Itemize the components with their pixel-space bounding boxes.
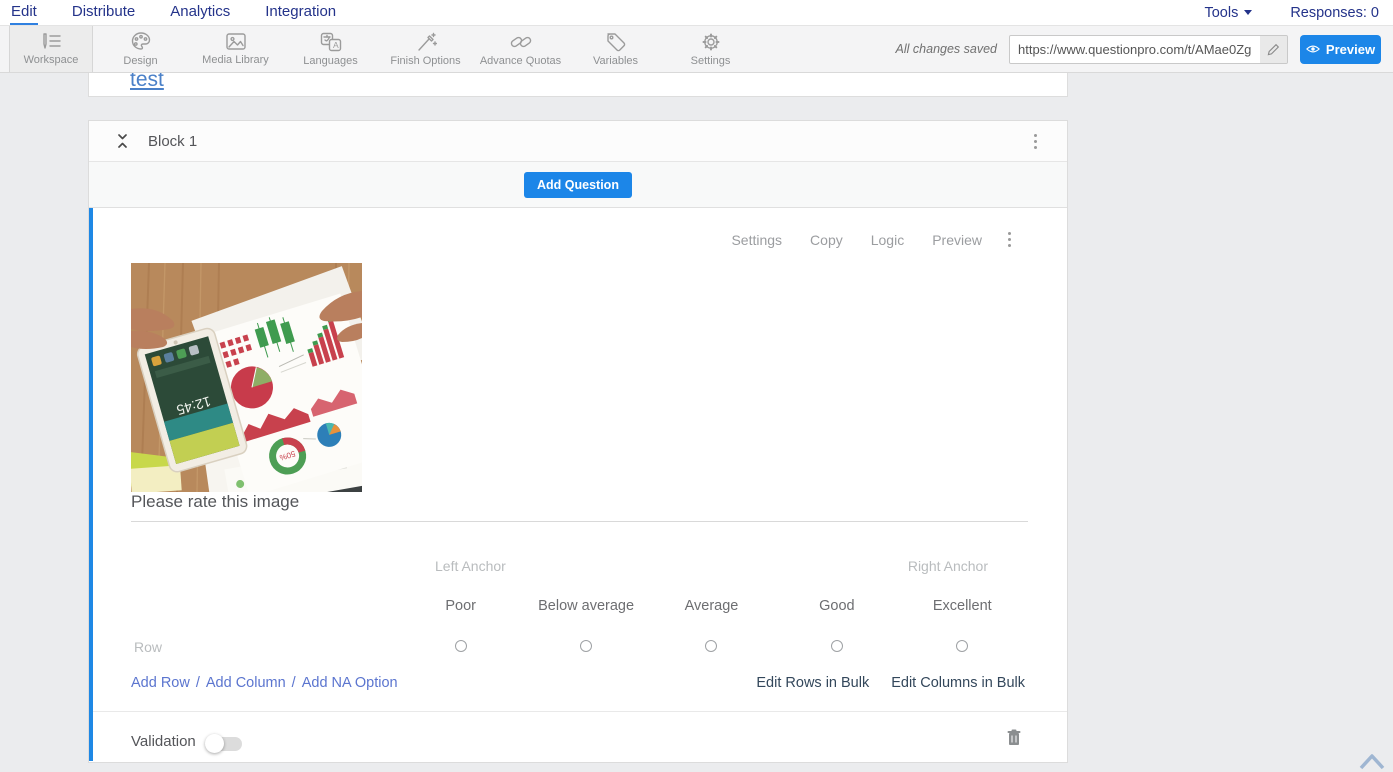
- radio-row: [398, 640, 1025, 652]
- responses-count[interactable]: Responses: 0: [1290, 5, 1379, 21]
- delete-question-icon[interactable]: [1007, 729, 1021, 751]
- radio-button[interactable]: [455, 640, 467, 652]
- edit-columns-in-bulk-link[interactable]: Edit Columns in Bulk: [891, 675, 1025, 691]
- variables-icon: [605, 32, 627, 52]
- radio-button[interactable]: [580, 640, 592, 652]
- question-menu-icon[interactable]: [1004, 228, 1015, 251]
- bulk-edit-links: Edit Rows in Bulk Edit Columns in Bulk: [756, 675, 1025, 691]
- survey-title-card: test: [88, 73, 1068, 97]
- link-separator: /: [196, 675, 200, 691]
- question-footer-divider: [93, 711, 1067, 712]
- question-text-underline: [131, 521, 1028, 522]
- media-library-icon: [225, 32, 247, 51]
- preview-button[interactable]: Preview: [1300, 35, 1381, 64]
- save-status: All changes saved: [896, 42, 997, 56]
- toolbar-item-languages[interactable]: A Languages: [283, 26, 378, 72]
- finish-options-icon: [415, 32, 437, 52]
- toolbar-item-advance-quotas[interactable]: Advance Quotas: [473, 26, 568, 72]
- survey-url-box: [1009, 35, 1288, 64]
- svg-text:A: A: [333, 40, 339, 50]
- settings-icon: [700, 32, 722, 52]
- survey-title[interactable]: test: [130, 73, 164, 92]
- block-card: Block 1 Add Question Settings Copy Logic…: [88, 120, 1068, 763]
- row-column-links: Add Row / Add Column / Add NA Option: [131, 675, 398, 691]
- scale-label[interactable]: Poor: [398, 598, 523, 614]
- block-header: Block 1: [89, 121, 1067, 162]
- toolbar-item-label: Settings: [691, 55, 731, 67]
- survey-url-input[interactable]: [1010, 36, 1260, 63]
- tools-label: Tools: [1204, 5, 1238, 21]
- question-text[interactable]: Please rate this image: [131, 492, 299, 512]
- toolbar-item-label: Variables: [593, 55, 638, 67]
- radio-button[interactable]: [831, 640, 843, 652]
- add-question-row: Add Question: [89, 162, 1067, 208]
- scale-label[interactable]: Excellent: [900, 598, 1025, 614]
- scale-labels-row: Poor Below average Average Good Excellen…: [398, 598, 1025, 614]
- toolbar-item-finish-options[interactable]: Finish Options: [378, 26, 473, 72]
- radio-button[interactable]: [956, 640, 968, 652]
- nav-tab-distribute[interactable]: Distribute: [71, 1, 136, 25]
- block-menu-icon[interactable]: [1030, 130, 1041, 153]
- toolbar-item-media-library[interactable]: Media Library: [188, 26, 283, 72]
- question-settings-button[interactable]: Settings: [731, 232, 782, 248]
- question-toolbar: Settings Copy Logic Preview: [731, 228, 1015, 251]
- workspace-icon: [39, 33, 63, 51]
- top-nav: Edit Distribute Analytics Integration To…: [0, 0, 1393, 26]
- toolbar-item-label: Design: [123, 55, 157, 67]
- validation-toggle[interactable]: [208, 737, 242, 751]
- tools-menu[interactable]: Tools: [1204, 5, 1252, 21]
- toolbar-item-workspace[interactable]: Workspace: [9, 26, 93, 72]
- question-image[interactable]: 50%: [131, 263, 362, 492]
- advance-quotas-icon: [509, 32, 533, 52]
- question-copy-button[interactable]: Copy: [810, 232, 843, 248]
- toolbar-item-settings[interactable]: Settings: [663, 26, 758, 72]
- nav-tab-edit[interactable]: Edit: [10, 1, 38, 25]
- question-preview-button[interactable]: Preview: [932, 232, 982, 248]
- left-anchor-input[interactable]: Left Anchor: [435, 558, 506, 574]
- radio-button[interactable]: [705, 640, 717, 652]
- scale-label[interactable]: Below average: [523, 598, 648, 614]
- toolbar-item-label: Languages: [303, 55, 357, 67]
- toolbar-item-design[interactable]: Design: [93, 26, 188, 72]
- toolbar-item-label: Advance Quotas: [480, 55, 561, 67]
- question-logic-button[interactable]: Logic: [871, 232, 904, 248]
- preview-button-label: Preview: [1326, 42, 1375, 57]
- add-question-button[interactable]: Add Question: [524, 172, 632, 198]
- edit-rows-in-bulk-link[interactable]: Edit Rows in Bulk: [756, 675, 869, 691]
- design-icon: [130, 32, 152, 52]
- survey-editor-page: Edit Distribute Analytics Integration To…: [0, 0, 1393, 772]
- add-column-link[interactable]: Add Column: [206, 675, 286, 691]
- collapse-block-icon[interactable]: [115, 134, 130, 148]
- nav-tab-analytics[interactable]: Analytics: [169, 1, 231, 25]
- question-card: Settings Copy Logic Preview: [89, 208, 1067, 761]
- editor-toolbar: Workspace Design Media Library A Languag…: [0, 26, 1393, 73]
- toolbar-item-variables[interactable]: Variables: [568, 26, 663, 72]
- block-title[interactable]: Block 1: [148, 133, 197, 150]
- scroll-to-top-icon[interactable]: [1357, 751, 1387, 772]
- validation-label: Validation: [131, 733, 196, 750]
- add-row-link[interactable]: Add Row: [131, 675, 190, 691]
- scale-label[interactable]: Average: [649, 598, 774, 614]
- toolbar-item-label: Workspace: [24, 54, 79, 66]
- right-anchor-input[interactable]: Right Anchor: [908, 558, 988, 574]
- anchor-row: Left Anchor Right Anchor: [398, 558, 1025, 574]
- link-separator: /: [292, 675, 296, 691]
- add-na-option-link[interactable]: Add NA Option: [302, 675, 398, 691]
- edit-url-button[interactable]: [1260, 36, 1287, 63]
- languages-icon: A: [320, 32, 342, 52]
- pencil-icon: [1267, 43, 1280, 56]
- toolbar-item-label: Finish Options: [390, 55, 460, 67]
- nav-tab-integration[interactable]: Integration: [264, 1, 337, 25]
- chevron-down-icon: [1244, 10, 1252, 15]
- scale-label[interactable]: Good: [774, 598, 899, 614]
- row-text-input[interactable]: Row: [134, 639, 162, 655]
- eye-icon: [1306, 44, 1320, 54]
- toolbar-item-label: Media Library: [202, 54, 269, 66]
